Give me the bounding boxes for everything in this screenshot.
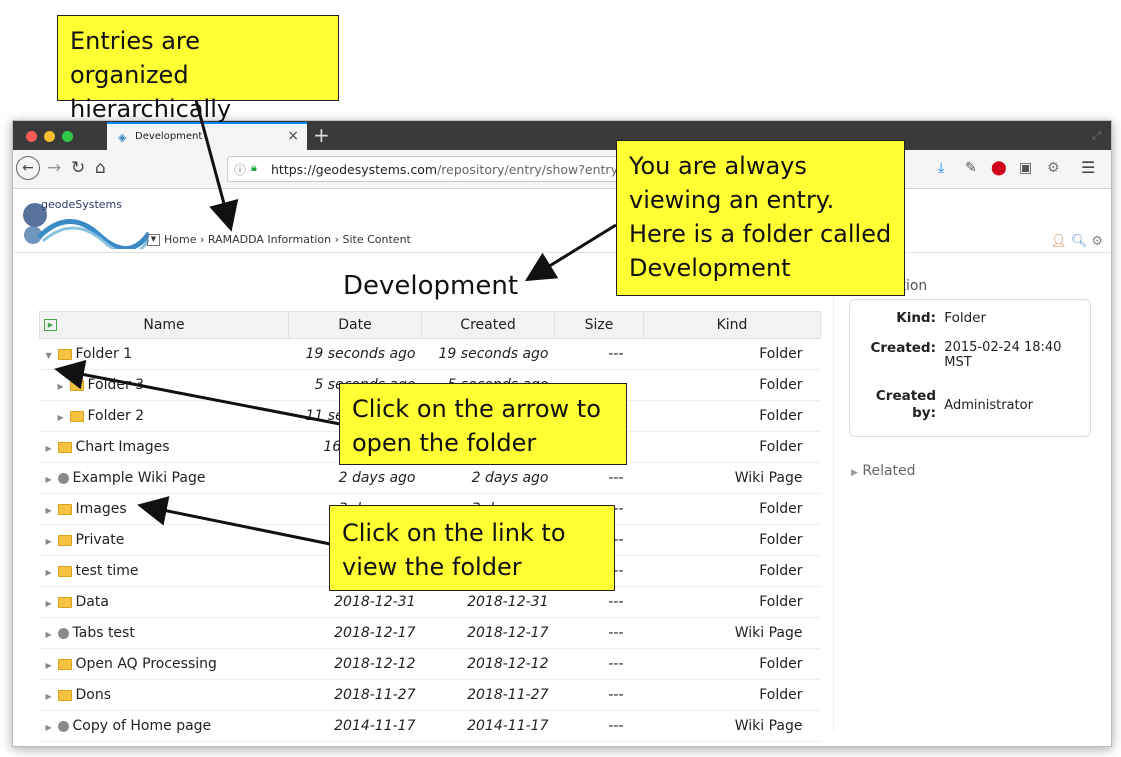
callout-link: Click on the link to view the folder: [329, 505, 615, 591]
callout-arrow: Click on the arrow to open the folder: [339, 383, 627, 465]
arrow-to-title: [524, 223, 617, 282]
callout-hierarchy: Entries are organized hierarchically: [57, 15, 339, 123]
callout-entry: You are always viewing an entry. Here is a…: [616, 140, 905, 296]
arrow-to-expand: [54, 359, 341, 426]
arrow-to-link: [137, 496, 331, 546]
